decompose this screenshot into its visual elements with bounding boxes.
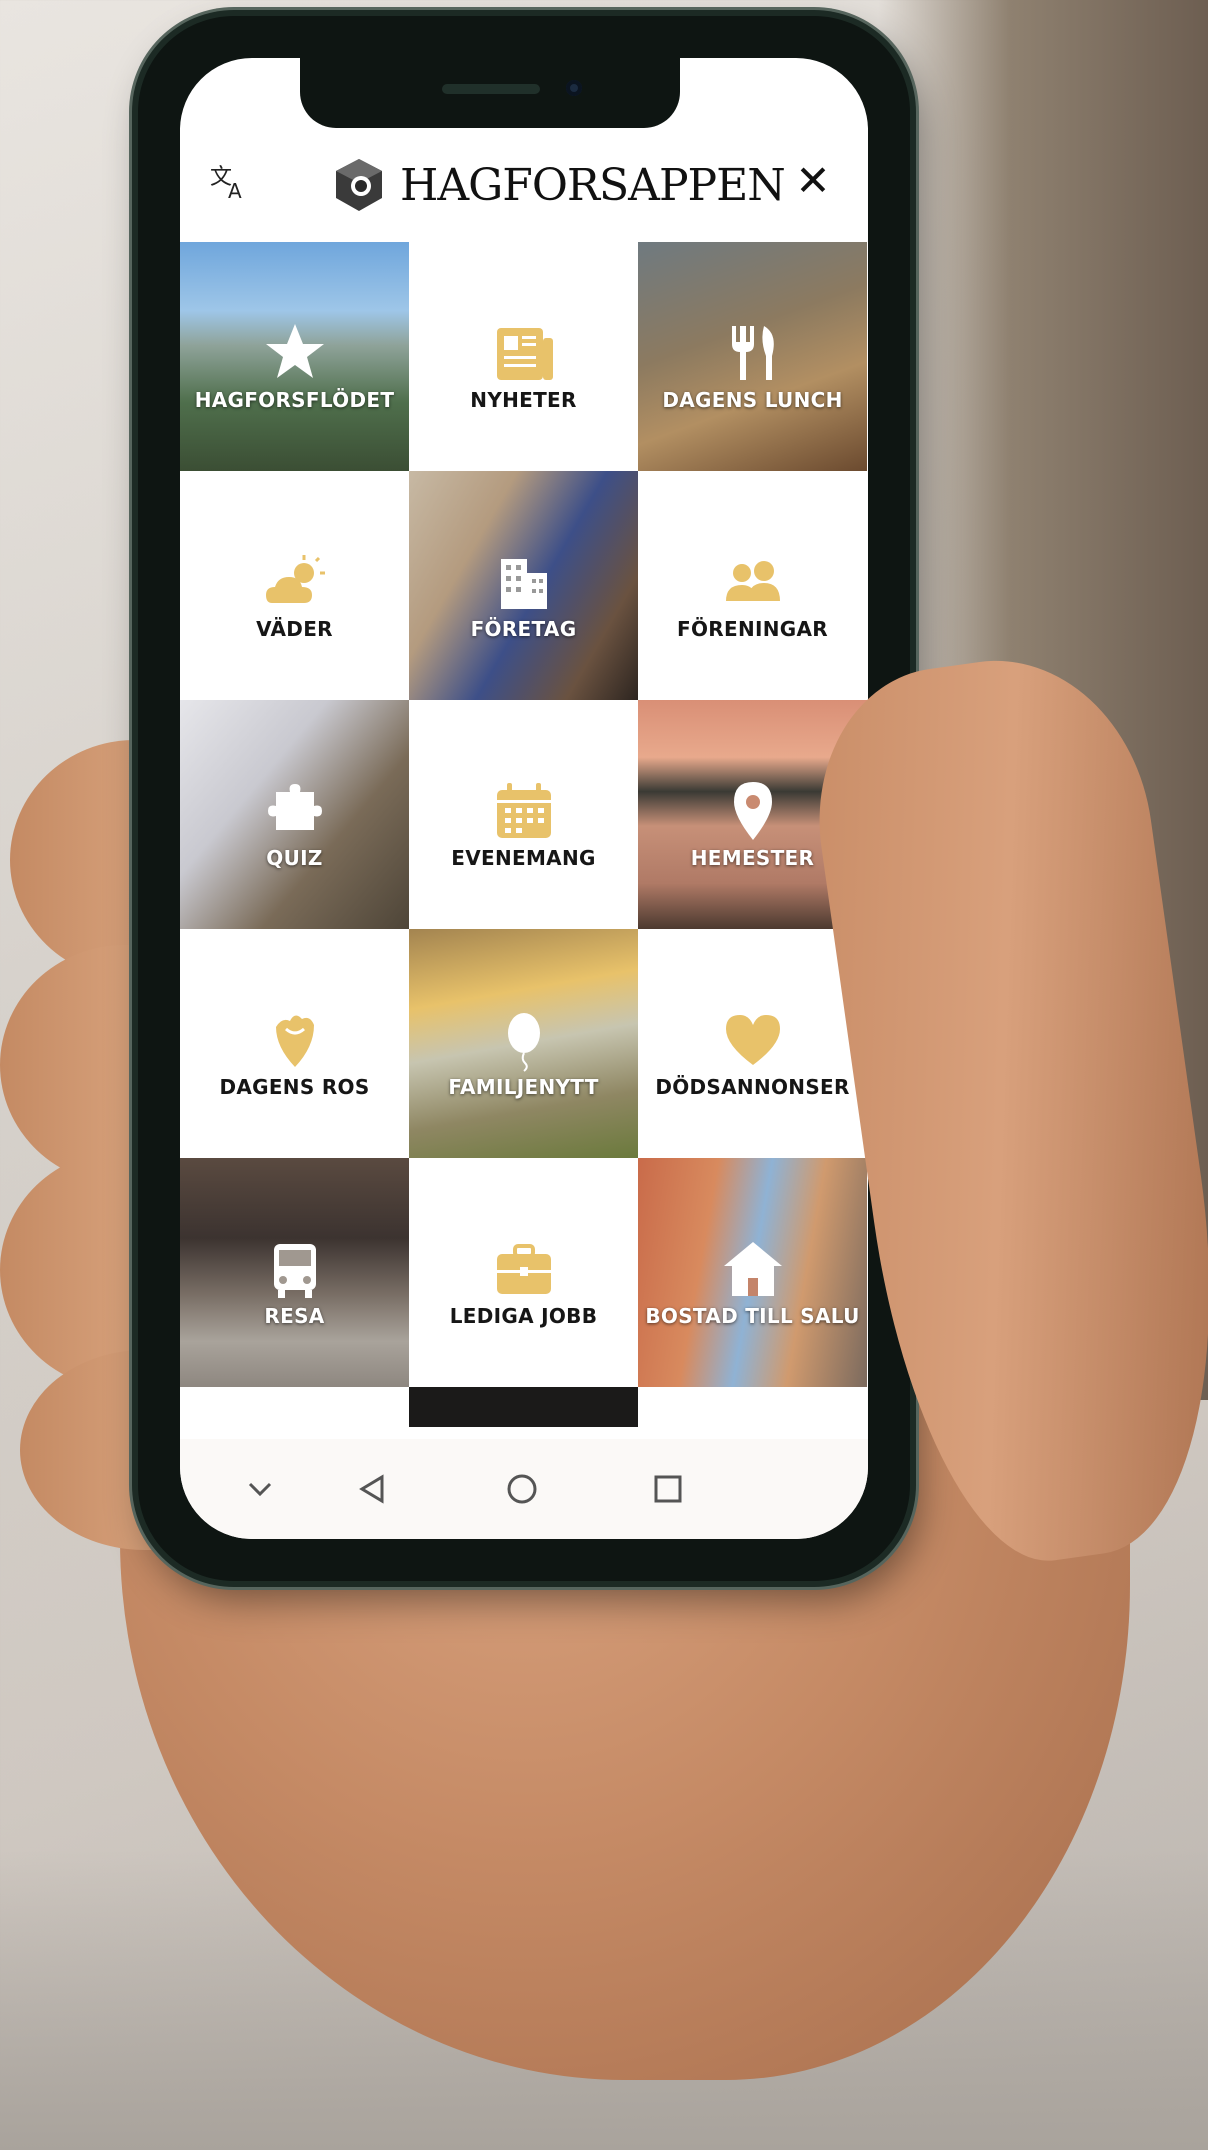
app-header: 文 A HAGFORSAPPEN ✕ <box>180 128 868 238</box>
tile-quiz[interactable]: QUIZ <box>180 700 409 929</box>
tile-label: LEDIGA JOBB <box>449 1304 598 1328</box>
briefcase-icon <box>496 1244 551 1294</box>
tile-dodsannonser[interactable]: DÖDSANNONSER <box>638 929 867 1158</box>
house-icon <box>723 1242 782 1296</box>
home-circle-icon[interactable] <box>500 1467 544 1511</box>
star-icon <box>265 324 324 378</box>
tile-foreningar[interactable]: FÖRENINGAR <box>638 471 867 700</box>
puzzle-icon <box>267 784 322 830</box>
tile-label: NYHETER <box>470 388 577 412</box>
location-pin-icon <box>733 782 772 840</box>
tile-foretag[interactable]: FÖRETAG <box>409 471 638 700</box>
tile-dagens-ros[interactable]: DAGENS ROS <box>180 929 409 1158</box>
tile-label: FAMILJENYTT <box>448 1075 599 1099</box>
recents-square-icon[interactable] <box>646 1467 690 1511</box>
phone-screen: 文 A HAGFORSAPPEN ✕ HAGFORSFLÖDET NYHETER… <box>180 58 868 1539</box>
tile-label: FÖRETAG <box>470 617 577 641</box>
translate-icon[interactable]: 文 A <box>206 158 252 204</box>
tile-label: QUIZ <box>266 846 323 870</box>
tile-label: DÖDSANNONSER <box>655 1075 850 1099</box>
system-navbar <box>180 1439 868 1539</box>
tile-partial <box>180 1387 409 1427</box>
bus-icon <box>273 1244 316 1298</box>
cutlery-icon <box>731 326 774 380</box>
tile-hagforsflodet[interactable]: HAGFORSFLÖDET <box>180 242 409 471</box>
tile-label: DAGENS LUNCH <box>662 388 843 412</box>
app-title: HAGFORSAPPEN <box>400 159 786 211</box>
tile-label: DAGENS ROS <box>219 1075 370 1099</box>
buildings-icon <box>500 559 547 609</box>
close-icon[interactable]: ✕ <box>790 158 836 204</box>
tile-label: EVENEMANG <box>451 846 596 870</box>
tile-lediga-jobb[interactable]: LEDIGA JOBB <box>409 1158 638 1387</box>
rose-icon <box>275 1015 314 1067</box>
balloon-icon <box>507 1013 540 1072</box>
tile-bostad-till-salu[interactable]: BOSTAD TILL SALU <box>638 1158 867 1387</box>
tile-nyheter[interactable]: NYHETER <box>409 242 638 471</box>
tile-vader[interactable]: VÄDER <box>180 471 409 700</box>
menu-grid: HAGFORSFLÖDET NYHETER DAGENS LUNCH VÄDER… <box>180 242 868 1427</box>
heart-icon <box>725 1015 780 1065</box>
tile-evenemang[interactable]: EVENEMANG <box>409 700 638 929</box>
hex-nut-logo-icon <box>330 156 388 214</box>
calendar-icon <box>496 783 551 838</box>
newspaper-icon <box>496 328 553 380</box>
phone-notch <box>300 58 680 128</box>
tile-resa[interactable]: RESA <box>180 1158 409 1387</box>
tile-label: RESA <box>264 1304 325 1328</box>
svg-text:A: A <box>228 179 242 203</box>
chevron-down-icon[interactable] <box>238 1467 282 1511</box>
tile-label: FÖRENINGAR <box>677 617 828 641</box>
people-icon <box>725 561 780 601</box>
tile-dagens-lunch[interactable]: DAGENS LUNCH <box>638 242 867 471</box>
app-logo: HAGFORSAPPEN <box>330 150 786 220</box>
sun-cloud-icon <box>265 555 325 603</box>
speaker-grille <box>442 84 540 94</box>
back-triangle-icon[interactable] <box>352 1467 396 1511</box>
tile-label: HAGFORSFLÖDET <box>194 388 395 412</box>
tile-partial <box>409 1387 638 1427</box>
front-camera <box>566 80 582 96</box>
tile-partial <box>638 1387 867 1427</box>
tile-label: BOSTAD TILL SALU <box>645 1304 860 1328</box>
tile-label: VÄDER <box>256 617 333 641</box>
phone-device: 文 A HAGFORSAPPEN ✕ HAGFORSFLÖDET NYHETER… <box>138 16 910 1581</box>
tile-familjenytt[interactable]: FAMILJENYTT <box>409 929 638 1158</box>
